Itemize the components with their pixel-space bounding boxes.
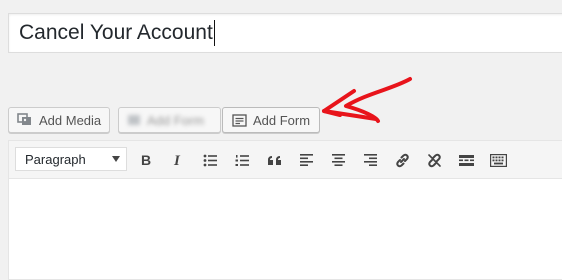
svg-text:B: B (141, 153, 151, 167)
align-left-icon[interactable] (295, 149, 317, 171)
post-title-input[interactable]: Cancel Your Account (8, 13, 562, 53)
blurred-button-label: Add Form (147, 112, 205, 128)
annotation-arrow-icon (322, 77, 412, 123)
bold-icon[interactable]: B (135, 149, 157, 171)
blurred-add-form-button[interactable]: Add Form (118, 107, 221, 133)
form-icon (232, 113, 247, 127)
remove-link-icon[interactable] (423, 149, 445, 171)
svg-text:I: I (173, 153, 181, 167)
align-center-icon[interactable] (327, 149, 349, 171)
numbered-list-icon[interactable] (231, 149, 253, 171)
bulleted-list-icon[interactable] (199, 149, 221, 171)
add-media-icon (17, 113, 33, 127)
add-media-label: Add Media (39, 112, 102, 128)
read-more-icon[interactable] (455, 149, 477, 171)
toolbar-toggle-icon[interactable] (487, 149, 509, 171)
add-form-label: Add Form (253, 112, 311, 128)
blurred-button-content: Add Form (127, 113, 204, 128)
align-right-icon[interactable] (359, 149, 381, 171)
format-select-value: Paragraph (25, 151, 86, 167)
add-form-button[interactable]: Add Form (222, 107, 320, 133)
form-icon (127, 114, 141, 126)
editor-toolbar: Paragraph B I (9, 141, 562, 179)
blockquote-icon[interactable] (263, 149, 285, 171)
chevron-down-icon (112, 156, 120, 162)
italic-icon[interactable]: I (167, 149, 189, 171)
text-caret (213, 20, 215, 46)
content-editor: Paragraph B I (8, 140, 562, 280)
format-select[interactable]: Paragraph (15, 147, 127, 171)
add-media-button[interactable]: Add Media (8, 107, 110, 133)
post-title-text: Cancel Your Account (19, 21, 213, 44)
insert-link-icon[interactable] (391, 149, 413, 171)
editor-content-area[interactable] (9, 179, 562, 279)
